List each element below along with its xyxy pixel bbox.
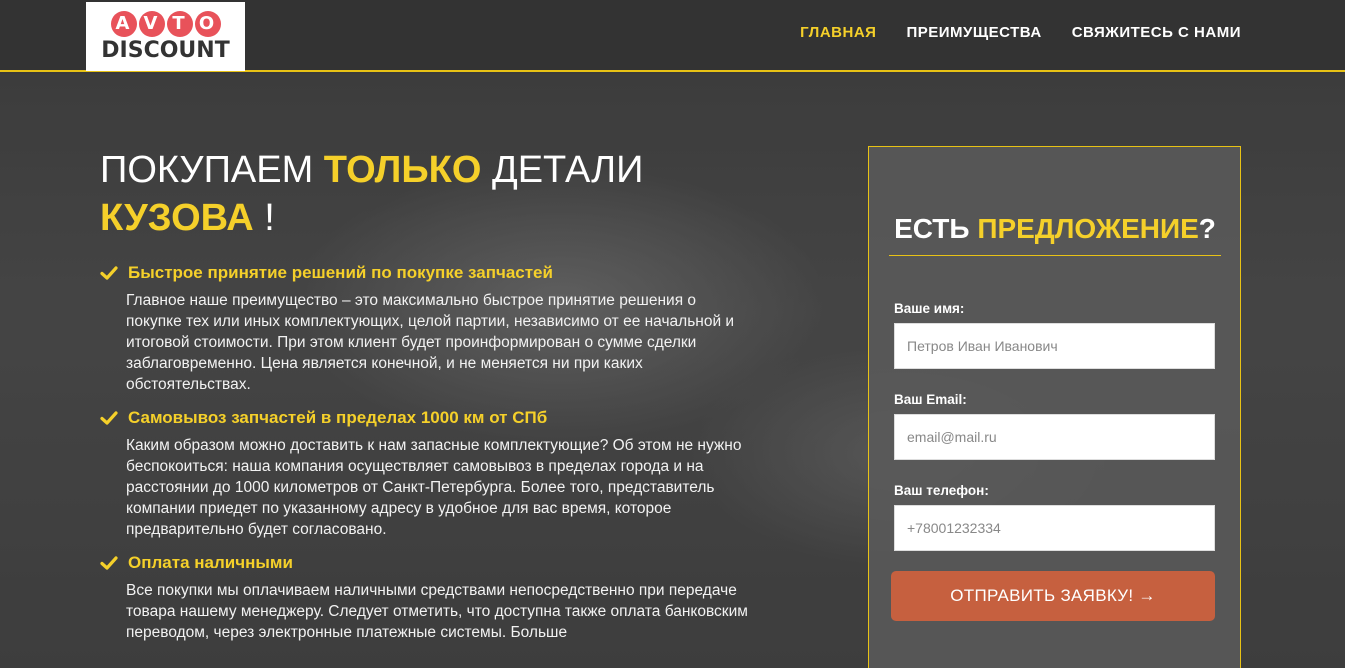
- feature-item: Самовывоз запчастей в пределах 1000 км о…: [100, 405, 760, 540]
- feature-item: Быстрое принятие решений по покупке запч…: [100, 260, 760, 395]
- page-headline: ПОКУПАЕМ ТОЛЬКО ДЕТАЛИ КУЗОВА !: [100, 146, 740, 242]
- check-icon: [100, 556, 118, 570]
- form-title-highlight: ПРЕДЛОЖЕНИЕ: [977, 213, 1199, 244]
- offer-form: ЕСТЬ ПРЕДЛОЖЕНИЕ? Ваше имя: Ваш Email: В…: [868, 146, 1241, 668]
- main-nav: ГЛАВНАЯ ПРЕИМУЩЕСТВА СВЯЖИТЕСЬ С НАМИ: [800, 24, 1241, 41]
- feature-item: Оплата наличными Все покупки мы оплачива…: [100, 550, 760, 643]
- features-list: Быстрое принятие решений по покупке запч…: [100, 260, 760, 653]
- name-field[interactable]: [894, 323, 1215, 369]
- form-title-text-1: ЕСТЬ: [894, 213, 978, 244]
- check-icon: [100, 411, 118, 425]
- nav-item-advantages[interactable]: ПРЕИМУЩЕСТВА: [906, 24, 1041, 41]
- feature-text: Каким образом можно доставить к нам запа…: [126, 437, 742, 538]
- check-icon: [100, 266, 118, 280]
- name-label: Ваше имя:: [894, 301, 965, 316]
- feature-title: Оплата наличными: [100, 550, 760, 576]
- form-title: ЕСТЬ ПРЕДЛОЖЕНИЕ?: [889, 213, 1221, 256]
- phone-field[interactable]: [894, 505, 1215, 551]
- phone-label: Ваш телефон:: [894, 483, 989, 498]
- headline-highlight-2: КУЗОВА: [100, 197, 254, 239]
- hero-section: ПОКУПАЕМ ТОЛЬКО ДЕТАЛИ КУЗОВА ! Быстрое п…: [0, 74, 1345, 668]
- headline-text-1: ПОКУПАЕМ: [100, 149, 324, 191]
- logo-letter-v: V: [138, 10, 165, 37]
- site-header: AVTO DISCOUNT ГЛАВНАЯ ПРЕИМУЩЕСТВА СВЯЖИ…: [0, 0, 1345, 72]
- feature-text: Главное наше преимущество – это максимал…: [126, 292, 735, 393]
- logo-letter-o: O: [194, 10, 221, 37]
- logo-letter-t: T: [166, 10, 193, 37]
- feature-title: Самовывоз запчастей в пределах 1000 км о…: [100, 405, 760, 431]
- logo[interactable]: AVTO DISCOUNT: [86, 2, 245, 71]
- feature-title-text: Быстрое принятие решений по покупке запч…: [128, 263, 553, 282]
- feature-text: Все покупки мы оплачиваем наличными сред…: [126, 582, 748, 641]
- headline-text-3: !: [253, 197, 275, 239]
- feature-title-text: Самовывоз запчастей в пределах 1000 км о…: [128, 408, 548, 427]
- email-label: Ваш Email:: [894, 392, 967, 407]
- email-field[interactable]: [894, 414, 1215, 460]
- feature-title: Быстрое принятие решений по покупке запч…: [100, 260, 760, 286]
- form-title-text-2: ?: [1198, 213, 1216, 244]
- logo-top-text: AVTO: [110, 10, 221, 37]
- logo-bottom-text: DISCOUNT: [101, 37, 230, 63]
- submit-button[interactable]: ОТПРАВИТЬ ЗАЯВКУ! →: [891, 571, 1215, 621]
- logo-letter-a: A: [110, 10, 137, 37]
- headline-text-2: ДЕТАЛИ: [481, 149, 644, 191]
- headline-highlight-1: ТОЛЬКО: [323, 149, 482, 191]
- feature-title-text: Оплата наличными: [128, 553, 293, 572]
- nav-item-contact[interactable]: СВЯЖИТЕСЬ С НАМИ: [1072, 24, 1241, 41]
- nav-item-home[interactable]: ГЛАВНАЯ: [800, 24, 876, 41]
